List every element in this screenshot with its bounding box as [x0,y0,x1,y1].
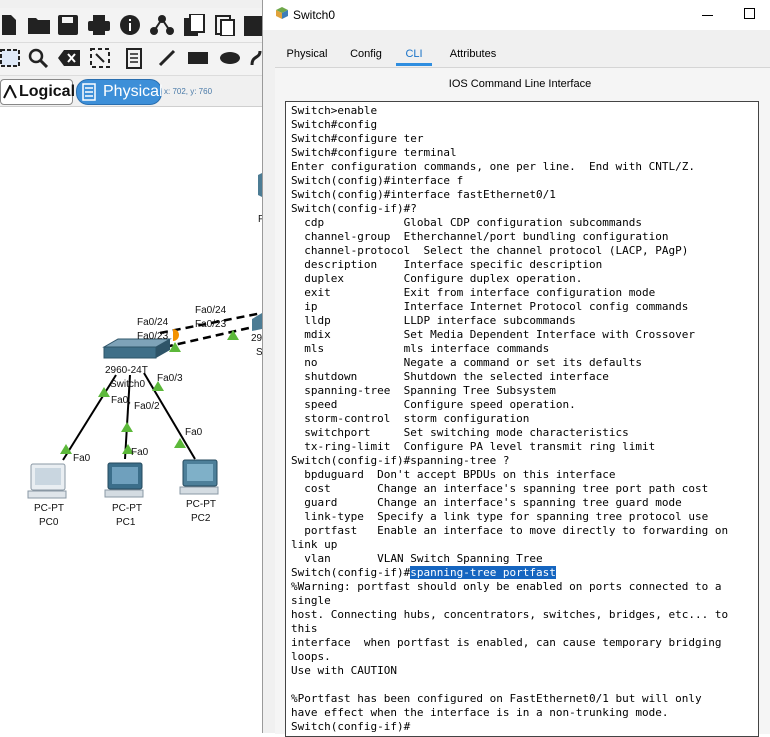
draw-line-icon[interactable] [158,49,176,67]
link-pc2 [143,372,196,460]
tab-cli[interactable]: CLI [396,44,432,66]
print-icon[interactable] [88,15,110,35]
port-label: Fa0/23 [195,319,227,330]
resize-tool-icon[interactable] [90,48,110,68]
port-label: Fa0/24 [137,317,169,328]
save-icon[interactable] [58,15,78,35]
logical-workspace-tab[interactable]: Logical [0,79,76,105]
pc1-type-label: PC-PT [112,503,142,514]
menu-bar [0,0,262,8]
port-label: Fa0/23 [137,331,169,342]
port-label: Fa0 [131,447,149,458]
partial-switch-model: 29 [251,333,263,344]
copy-icon[interactable] [214,14,236,36]
physical-icon [82,83,96,101]
port-label: Fa0 [185,427,203,438]
workspace-mode-bar: Logical Physical x: 702, y: 760 [0,76,262,107]
logical-workspace-canvas[interactable]: P Fa0/24 Fa0/24 Fa0/23 Fa0/23 29 S 2960-… [0,107,265,733]
dialog-title-bar[interactable]: Switch0 [263,0,770,30]
port-label: Fa0/2 [134,401,160,412]
info-icon[interactable] [120,15,140,35]
port-label: Fa0, [111,395,132,406]
pc0-device [27,463,67,499]
open-folder-icon[interactable] [28,16,50,34]
port-label: Fa0/3 [157,373,183,384]
cursor-coordinates: x: 702, y: 760 [164,87,213,96]
pc2-type-label: PC-PT [186,499,216,510]
tab-config[interactable]: Config [347,44,385,64]
switch-name-label: Switch0 [110,379,146,390]
paste-icon[interactable] [244,14,262,36]
network-icon[interactable] [150,15,174,35]
main-toolbar [0,8,262,43]
logical-tab-label: Logical [19,83,76,100]
terminal-text-before: Switch>enable Switch#config Switch#confi… [291,104,729,579]
draw-rectangle-icon[interactable] [188,52,208,64]
minimize-button[interactable] [701,7,715,21]
dialog-title: Switch0 [293,8,336,22]
edit-toolbar [0,43,262,76]
terminal-text-after: %Warning: portfast should only be enable… [291,580,729,733]
note-icon[interactable] [126,47,142,69]
topology-diagram [27,173,262,499]
tab-physical[interactable]: Physical [285,44,329,64]
cli-heading: IOS Command Line Interface [448,78,592,90]
physical-workspace-tab[interactable]: Physical [76,79,163,105]
zoom-icon[interactable] [28,48,48,68]
link-status-up [121,422,133,432]
delete-icon[interactable] [58,50,80,66]
tab-attributes[interactable]: Attributes [445,44,501,64]
activity-wizard-icon[interactable] [184,14,206,36]
link-pc0 [62,374,117,461]
new-file-icon[interactable] [2,15,16,35]
physical-tab-label: Physical [103,83,163,100]
logical-icon [3,85,17,99]
terminal-output[interactable]: Switch>enable Switch#config Switch#confi… [291,104,728,734]
switch-model-label: 2960-24T [105,365,148,376]
pc0-type-label: PC-PT [34,503,64,514]
switch0-dialog-window: Switch0 Physical Config CLI Attributes I… [262,0,770,737]
draw-ellipse-icon[interactable] [220,52,240,64]
link-status-orange [173,329,179,341]
pc2-name-label: PC2 [191,513,211,524]
port-label: Fa0 [73,453,91,464]
pc2-device [179,459,219,495]
select-tool-icon[interactable] [0,49,20,67]
maximize-button[interactable] [744,8,755,19]
freeform-icon[interactable] [250,49,262,67]
pc0-name-label: PC0 [39,517,59,528]
cli-terminal[interactable]: Switch>enable Switch#config Switch#confi… [285,101,759,737]
port-label: Fa0/24 [195,305,227,316]
pc1-device [104,462,144,498]
terminal-selected-text[interactable]: spanning-tree portfast [410,566,556,579]
cli-panel: IOS Command Line Interface Switch>enable… [275,67,770,737]
pc1-name-label: PC1 [116,517,136,528]
packet-tracer-app-icon [276,7,288,19]
